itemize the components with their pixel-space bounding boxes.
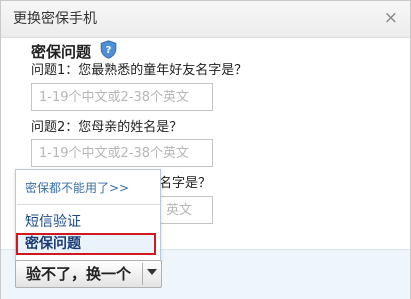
button-divider [142,263,143,285]
caret-down-icon[interactable] [147,269,157,275]
switch-method-button[interactable]: 验不了，换一个 [15,260,162,288]
dialog-title: 更换密保手机 [13,11,97,27]
question-1-answer-input[interactable] [31,83,213,111]
change-security-phone-dialog: 更换密保手机 × 密保问题 ? 问题1：您最熟悉的童年好友名字是？ 问题2：您母… [0,0,411,299]
verification-method-menu: 密保都不能用了>> 短信验证 密保问题 [15,169,161,261]
dialog-titlebar: 更换密保手机 × [1,1,410,38]
shield-question-icon: ? [100,40,117,59]
section-title: 密保问题 [31,43,92,61]
question-3-answer-input[interactable] [159,196,213,224]
question-1-label: 问题1：您最熟悉的童年好友名字是？ [31,63,248,78]
question-2-label: 问题2：您母亲的姓名是？ [31,120,183,135]
menu-item-sms-verification[interactable]: 短信验证 [25,213,81,231]
menu-divider [17,204,160,205]
close-icon[interactable]: × [384,9,398,27]
question-3-label: 名字是？ [159,176,212,191]
question-2-answer-input[interactable] [31,139,213,167]
menu-item-security-question[interactable]: 密保问题 [16,233,156,255]
all-security-unavailable-link[interactable]: 密保都不能用了>> [25,181,129,195]
svg-text:?: ? [106,45,112,56]
switch-method-label[interactable]: 验不了，换一个 [26,265,131,283]
